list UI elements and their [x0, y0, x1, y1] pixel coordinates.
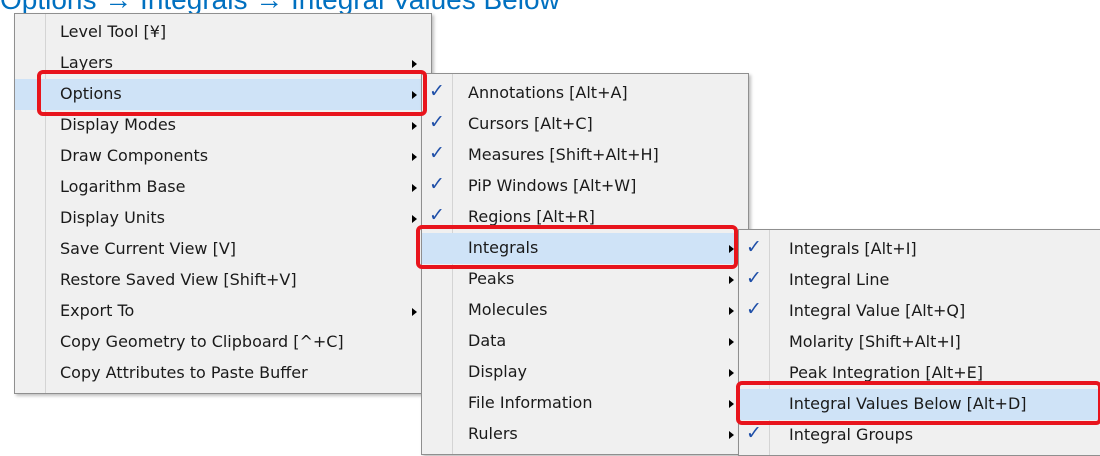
checkmark-icon: ✓: [746, 236, 762, 258]
menu-item-label: Regions [Alt+R]: [468, 207, 595, 226]
menu-item-copy-geometry-to-clipboard[interactable]: Copy Geometry to Clipboard [^+C]: [15, 327, 431, 358]
checkmark-icon: ✓: [429, 204, 445, 226]
submenu-arrow-icon: [729, 276, 734, 284]
menu-item-label: Export To: [60, 301, 135, 320]
menu-item-label: Display Modes: [60, 115, 176, 134]
menu-item-rulers[interactable]: Rulers: [422, 419, 748, 450]
menu-item-label: Display: [468, 362, 527, 381]
menu-item-annotations[interactable]: ✓ Annotations [Alt+A]: [422, 78, 748, 109]
menu-item-molecules[interactable]: Molecules: [422, 295, 748, 326]
submenu-arrow-icon: [412, 153, 417, 161]
checkmark-icon: ✓: [429, 142, 445, 164]
menu-item-label: Restore Saved View [Shift+V]: [60, 270, 297, 289]
menu-item-save-current-view[interactable]: Save Current View [V]: [15, 234, 431, 265]
menu-item-restore-saved-view[interactable]: Restore Saved View [Shift+V]: [15, 265, 431, 296]
integral-values-below-highlight: [736, 381, 1100, 425]
menu-item-label: Copy Attributes to Paste Buffer: [60, 363, 308, 382]
menu-item-label: Logarithm Base: [60, 177, 186, 196]
menu-item-logarithm-base[interactable]: Logarithm Base: [15, 172, 431, 203]
menu-item-label: Draw Components: [60, 146, 209, 165]
menu-item-label: Molecules: [468, 300, 548, 319]
submenu-arrow-icon: [729, 369, 734, 377]
menu-item-copy-attributes-to-paste-buffer[interactable]: Copy Attributes to Paste Buffer: [15, 358, 431, 389]
menu-item-label: Integrals [Alt+I]: [789, 239, 917, 258]
menu-item-label: Save Current View [V]: [60, 239, 237, 258]
menu-item-label: Peaks: [468, 269, 515, 288]
submenu-arrow-icon: [412, 60, 417, 68]
menu-item-label: Data: [468, 331, 507, 350]
menu-item-integral-value[interactable]: ✓ Integral Value [Alt+Q]: [739, 296, 1100, 327]
menu-item-label: File Information: [468, 393, 593, 412]
menu-item-label: Peak Integration [Alt+E]: [789, 363, 983, 382]
menu-item-data[interactable]: Data: [422, 326, 748, 357]
integrals-highlight: [416, 225, 738, 269]
menu-item-display-units[interactable]: Display Units: [15, 203, 431, 234]
menu-item-label: Annotations [Alt+A]: [468, 83, 628, 102]
menu-item-level-tool[interactable]: Level Tool [¥]: [15, 17, 431, 48]
menu-item-label: Measures [Shift+Alt+H]: [468, 145, 659, 164]
menu-item-label: PiP Windows [Alt+W]: [468, 176, 637, 195]
menu-item-pip-windows[interactable]: ✓ PiP Windows [Alt+W]: [422, 171, 748, 202]
options-highlight: [37, 70, 427, 116]
menu-item-draw-components[interactable]: Draw Components: [15, 141, 431, 172]
menu-item-export-to[interactable]: Export To: [15, 296, 431, 327]
menu-item-measures[interactable]: ✓ Measures [Shift+Alt+H]: [422, 140, 748, 171]
submenu-arrow-icon: [412, 308, 417, 316]
menu-item-label: Integral Value [Alt+Q]: [789, 301, 966, 320]
checkmark-icon: ✓: [429, 80, 445, 102]
page-header-text: Options → Integrals → Integral Values Be…: [0, 0, 1100, 14]
menu-item-label: Integral Groups: [789, 425, 914, 444]
menu-item-label: Cursors [Alt+C]: [468, 114, 593, 133]
menu-item-label: Integral Line: [789, 270, 890, 289]
submenu-arrow-icon: [412, 184, 417, 192]
menu-item-molarity[interactable]: Molarity [Shift+Alt+I]: [739, 327, 1100, 358]
checkmark-icon: ✓: [746, 422, 762, 444]
checkmark-icon: ✓: [429, 111, 445, 133]
submenu-arrow-icon: [729, 307, 734, 315]
menu-item-label: Rulers: [468, 424, 518, 443]
menu-item-cursors[interactable]: ✓ Cursors [Alt+C]: [422, 109, 748, 140]
submenu-arrow-icon: [729, 338, 734, 346]
submenu-arrow-icon: [412, 122, 417, 130]
submenu-arrow-icon: [729, 400, 734, 408]
menu-item-label: Display Units: [60, 208, 165, 227]
menu-item-label: Copy Geometry to Clipboard [^+C]: [60, 332, 344, 351]
checkmark-icon: ✓: [429, 173, 445, 195]
menu-item-display[interactable]: Display: [422, 357, 748, 388]
submenu-arrow-icon: [729, 431, 734, 439]
checkmark-icon: ✓: [746, 298, 762, 320]
menu-item-label: Molarity [Shift+Alt+I]: [789, 332, 961, 351]
menu-item-integral-line[interactable]: ✓ Integral Line: [739, 265, 1100, 296]
submenu-arrow-icon: [412, 215, 417, 223]
menu-item-file-information[interactable]: File Information: [422, 388, 748, 419]
menu-item-integrals[interactable]: ✓ Integrals [Alt+I]: [739, 234, 1100, 265]
menu-item-label: Level Tool [¥]: [60, 22, 167, 41]
checkmark-icon: ✓: [746, 267, 762, 289]
